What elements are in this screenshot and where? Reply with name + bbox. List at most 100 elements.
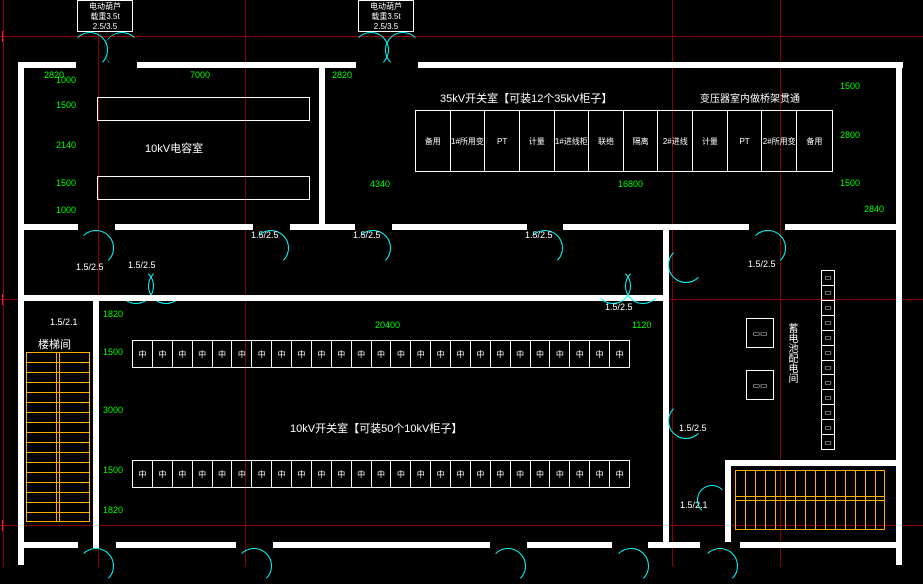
- cabinet-10kv: 中: [193, 341, 213, 367]
- cabinet-item: ▭: [822, 271, 834, 286]
- wall: [418, 62, 903, 68]
- cabinet-35kv: 计量: [693, 111, 728, 171]
- cabinet-10kv: 中: [232, 461, 252, 487]
- cabinet-10kv: 中: [511, 341, 531, 367]
- cabinet-35kv: 1#进线柜: [555, 111, 590, 171]
- wall: [18, 542, 78, 548]
- cabinet-10kv: 中: [252, 341, 272, 367]
- door-size: 1.5/2.5: [251, 230, 279, 240]
- door-arc: [697, 485, 727, 515]
- cabinet-row-10kv-top: 中 中 中 中 中 中 中 中 中 中 中 中 中 中 中 中 中 中 中 中 …: [132, 340, 630, 368]
- cabinet-10kv: 中: [153, 341, 173, 367]
- stairs: [26, 352, 90, 522]
- equip-box: ▭▭: [746, 318, 774, 348]
- wall: [116, 542, 236, 548]
- door-arc: [78, 230, 114, 266]
- dim-label: 2140: [56, 140, 76, 150]
- cabinet-35kv: 备用: [797, 111, 832, 171]
- door-size: 1.5/2.5: [525, 230, 553, 240]
- wall: [663, 230, 669, 542]
- wall: [273, 542, 490, 548]
- cabinet-10kv: 中: [411, 341, 431, 367]
- hoist-line: 载重3.5t: [371, 12, 400, 21]
- room-label-10kv: 10kV开关室【可装50个10kV柜子】: [290, 420, 462, 436]
- wall: [527, 542, 612, 548]
- grid-axis: [672, 0, 673, 567]
- wall: [740, 542, 902, 548]
- grid-axis: [0, 36, 923, 37]
- cabinet-10kv: 中: [411, 461, 431, 487]
- cabinet-10kv: 中: [471, 461, 491, 487]
- cabinet-10kv: 中: [471, 341, 491, 367]
- dim-label: 1820: [103, 309, 123, 319]
- cabinet-10kv: 中: [451, 341, 471, 367]
- cabinet-10kv: 中: [491, 461, 511, 487]
- dim-label: 4340: [370, 179, 390, 189]
- door-arc: [353, 32, 389, 68]
- cabinet-10kv: 中: [391, 341, 411, 367]
- cabinet-10kv: 中: [610, 461, 629, 487]
- wall: [896, 62, 902, 565]
- wall: [725, 460, 731, 542]
- door-arc: [613, 548, 649, 584]
- cabinet-item: ▭: [822, 301, 834, 316]
- cabinet-10kv: 中: [153, 461, 173, 487]
- cabinet-item: ▭: [822, 331, 834, 346]
- dim-label: 2840: [864, 204, 884, 214]
- door-arc: [236, 548, 272, 584]
- door-size: 1.5/2.5: [128, 260, 156, 270]
- cabinet-10kv: 中: [531, 341, 551, 367]
- cabinet-item: ▭: [822, 420, 834, 435]
- door-arc: [702, 548, 738, 584]
- door-size: 1.5/2.5: [605, 302, 633, 312]
- wall: [18, 62, 24, 565]
- dim-label: 7000: [190, 70, 210, 80]
- dim-label: 1500: [56, 100, 76, 110]
- cabinet-10kv: 中: [531, 461, 551, 487]
- dim-label: 1820: [103, 505, 123, 515]
- wall: [99, 295, 669, 301]
- hoist-line: 2.5/3.5: [93, 22, 117, 31]
- cabinet-col-right: ▭ ▭ ▭ ▭ ▭ ▭ ▭ ▭ ▭ ▭ ▭ ▭: [821, 270, 835, 450]
- hoist-line: 2.5/3.5: [374, 22, 398, 31]
- cabinet-10kv: 中: [570, 341, 590, 367]
- cabinet-35kv: PT: [728, 111, 763, 171]
- door-arc: [625, 268, 661, 304]
- cabinet-35kv: PT: [485, 111, 520, 171]
- cabinet-row-35kv: 备用 1#所用变 PT 计量 1#进线柜 联络 隔离 2#进线 计量 PT 2#…: [415, 110, 833, 172]
- dim-label: 20400: [375, 320, 400, 330]
- cabinet-35kv: 2#所用变: [762, 111, 797, 171]
- grid-axis: [3, 0, 4, 567]
- dim-label: 1500: [840, 178, 860, 188]
- dim-label: 3000: [103, 405, 123, 415]
- door-arc: [385, 32, 421, 68]
- cabinet-10kv: 中: [213, 341, 233, 367]
- dim-label: 1120: [632, 320, 651, 330]
- cabinet-10kv: 中: [391, 461, 411, 487]
- cabinet-10kv: 中: [272, 461, 292, 487]
- dim-label: 1000: [56, 205, 76, 215]
- hoist-line: 电动葫芦: [370, 2, 402, 11]
- dim-label: 2820: [44, 70, 64, 80]
- door-size: 1.5/2.5: [353, 230, 381, 240]
- cabinet-35kv: 备用: [416, 111, 451, 171]
- door-size: 1.5/2.5: [679, 423, 707, 433]
- dim-label: 1500: [840, 81, 860, 91]
- wall: [392, 224, 527, 230]
- hoist-line: 载重3.5t: [90, 12, 119, 21]
- room-label-aux: 蓄电池配电间: [784, 323, 799, 383]
- dim-label: 2800: [840, 130, 860, 140]
- cabinet-10kv: 中: [252, 461, 272, 487]
- cabinet-10kv: 中: [431, 461, 451, 487]
- cabinet-10kv: 中: [272, 341, 292, 367]
- cabinet-10kv: 中: [431, 341, 451, 367]
- cabinet-10kv: 中: [292, 341, 312, 367]
- cabinet-10kv: 中: [570, 461, 590, 487]
- door-arc: [78, 548, 114, 584]
- wall: [319, 62, 325, 230]
- cabinet-10kv: 中: [193, 461, 213, 487]
- dim-label: 1500: [56, 178, 76, 188]
- equip-box: ▭▭: [746, 370, 774, 400]
- wall: [725, 460, 902, 466]
- cabinet-10kv: 中: [312, 461, 332, 487]
